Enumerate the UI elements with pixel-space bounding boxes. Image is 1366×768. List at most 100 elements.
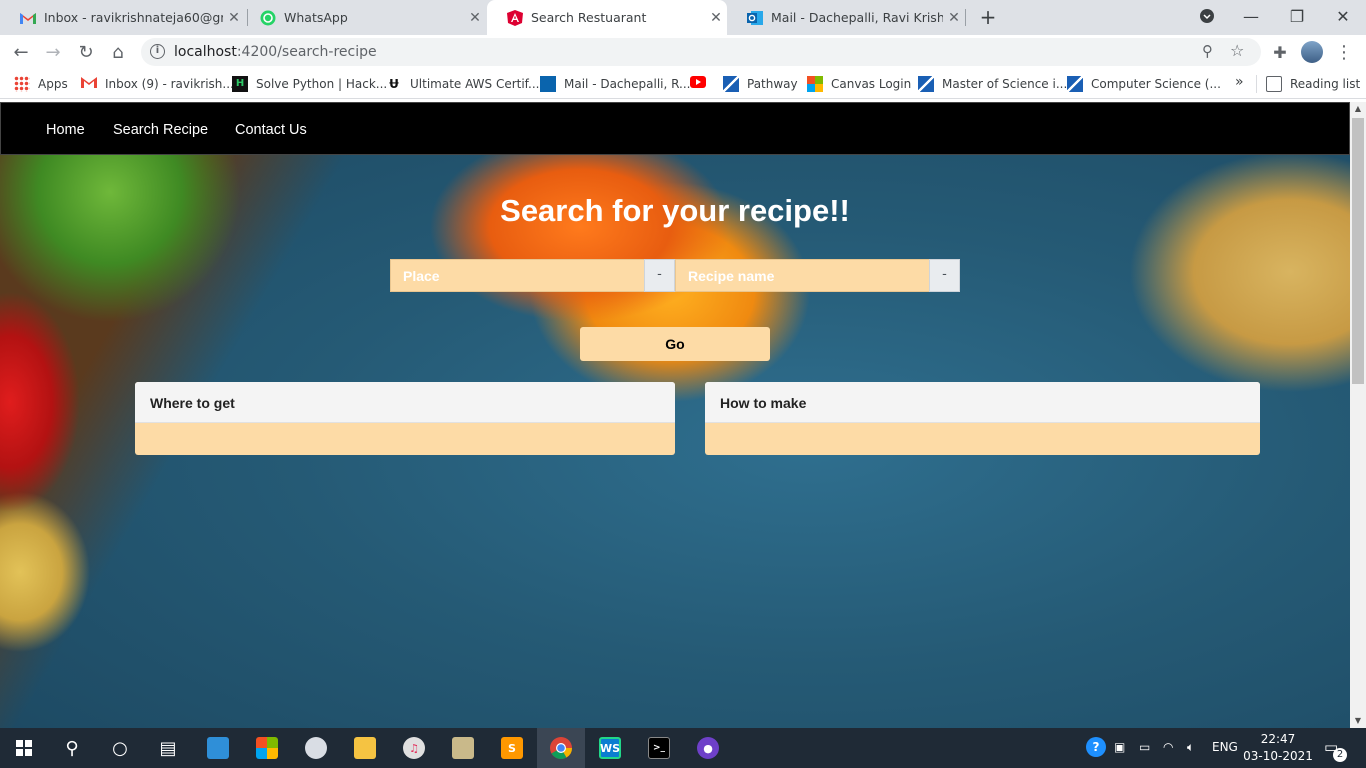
bookmark-label: Master of Science i... (942, 77, 1068, 91)
whatsapp-icon (260, 10, 276, 26)
file-explorer-icon[interactable] (341, 728, 389, 768)
university-icon (1067, 76, 1083, 92)
tab-title: Search Restuarant (531, 10, 647, 25)
bookmark-master-of-science[interactable]: Master of Science i... (918, 76, 1067, 92)
bookmark-label: Ultimate AWS Certif... (410, 77, 540, 91)
where-to-get-card: Where to get (135, 382, 675, 455)
nav-home-link[interactable]: Home (46, 122, 85, 138)
angular-icon (507, 9, 523, 26)
url-path: :4200/search-recipe (236, 44, 377, 60)
sublime-text-icon[interactable]: S (488, 728, 536, 768)
tab-gmail[interactable]: Inbox - ravikrishnateja60@gmail. ✕ (0, 0, 245, 35)
back-icon[interactable]: ← (8, 39, 34, 65)
outlook-icon (747, 10, 763, 26)
url-text[interactable]: localhost:4200/search-recipe (174, 44, 377, 60)
extensions-icon[interactable]: ✚ (1267, 39, 1293, 65)
tab-outlook-mail[interactable]: Mail - Dachepalli, Ravi Krishna Te ✕ (727, 0, 965, 35)
tab-title: Inbox - ravikrishnateja60@gmail. (44, 10, 223, 25)
recipe-name-input[interactable] (675, 259, 930, 292)
chrome-taskbar-icon[interactable] (537, 728, 585, 768)
restore-button[interactable]: ❐ (1274, 0, 1320, 32)
task-view-icon[interactable]: ▤ (144, 728, 192, 768)
bookmark-gmail-inbox[interactable]: Inbox (9) - ravikrish... (81, 76, 234, 92)
reading-list-button[interactable]: Reading list (1266, 76, 1360, 92)
gmail-icon (81, 76, 97, 92)
page-title: Search for your recipe!! (500, 193, 850, 228)
reading-list-label: Reading list (1290, 77, 1361, 91)
language-indicator[interactable]: ENG (1212, 740, 1238, 754)
info-icon[interactable]: i (150, 44, 165, 59)
search-icon[interactable]: ⚲ (48, 728, 96, 768)
bookmark-apps[interactable]: Apps (14, 76, 68, 92)
forward-icon[interactable]: → (40, 39, 66, 65)
volume-icon[interactable]: 🔈︎ (1187, 740, 1194, 755)
scroll-down-icon[interactable]: ▼ (1350, 714, 1366, 728)
location-pin-icon[interactable]: ⚲ (1202, 42, 1213, 60)
github-desktop-icon[interactable]: ● (684, 728, 732, 768)
card-header: How to make (705, 382, 1260, 423)
bookmark-hackerrank[interactable]: H Solve Python | Hack... (232, 76, 387, 92)
help-icon[interactable]: ? (1086, 737, 1106, 757)
notification-count-badge: 2 (1333, 748, 1347, 762)
battery-icon[interactable]: ▭ (1139, 740, 1150, 754)
bookmark-label: Inbox (9) - ravikrish... (105, 77, 234, 91)
bookmark-star-icon[interactable]: ☆ (1230, 41, 1244, 60)
store-icon[interactable] (243, 728, 291, 768)
wifi-icon[interactable]: ◠ (1163, 740, 1173, 754)
home-icon[interactable]: ⌂ (105, 39, 131, 65)
udemy-icon: Ʉ (389, 77, 399, 91)
close-window-button[interactable]: ✕ (1320, 0, 1366, 32)
bookmark-outlook[interactable]: Mail - Dachepalli, R... (540, 76, 690, 92)
card-header: Where to get (135, 382, 675, 423)
hackerrank-icon: H (232, 76, 248, 92)
hardware-tray-icon[interactable]: ▣ (1114, 740, 1125, 754)
webstorm-icon[interactable]: WS (586, 728, 634, 768)
terminal-icon[interactable]: >_ (635, 728, 683, 768)
tab-title: WhatsApp (284, 10, 348, 25)
windows-start-icon[interactable] (0, 728, 48, 768)
layers-app-icon[interactable] (439, 728, 487, 768)
paint-icon[interactable] (292, 728, 340, 768)
nav-contact-us-link[interactable]: Contact Us (235, 122, 307, 138)
tab-whatsapp[interactable]: WhatsApp ✕ (240, 0, 486, 35)
nav-search-recipe-link[interactable]: Search Recipe (113, 122, 208, 138)
tab-search-button[interactable] (1184, 0, 1230, 32)
university-icon (918, 76, 934, 92)
itunes-icon[interactable]: ♫ (390, 728, 438, 768)
cortana-icon[interactable]: ○ (96, 728, 144, 768)
address-bar[interactable]: i localhost:4200/search-recipe ⚲ ☆ (141, 38, 1261, 66)
bookmarks-bar: Apps Inbox (9) - ravikrish... H Solve Py… (0, 69, 1366, 99)
bookmark-label: Mail - Dachepalli, R... (564, 77, 691, 91)
bookmark-computer-science[interactable]: Computer Science (... (1067, 76, 1221, 92)
bookmark-udemy[interactable]: Ʉ Ultimate AWS Certif... (386, 76, 539, 92)
browser-toolbar: ← → ↻ ⌂ i localhost:4200/search-recipe ⚲… (0, 35, 1366, 69)
clock-date: 03-10-2021 (1243, 749, 1313, 763)
reload-icon[interactable]: ↻ (73, 39, 99, 65)
minimize-button[interactable]: — (1228, 0, 1274, 32)
chrome-menu-icon[interactable]: ⋮ (1331, 39, 1357, 65)
chevron-down-icon (1200, 9, 1214, 23)
close-tab-icon[interactable]: ✕ (464, 10, 486, 26)
bookmark-pathway[interactable]: Pathway (723, 76, 798, 92)
close-tab-icon[interactable]: ✕ (943, 10, 965, 26)
scrollbar-thumb[interactable] (1352, 118, 1364, 384)
scroll-up-icon[interactable]: ▲ (1350, 102, 1366, 116)
bookmark-label: Apps (38, 77, 68, 91)
place-input[interactable] (390, 259, 645, 292)
avatar[interactable] (1299, 39, 1325, 65)
go-button[interactable]: Go (580, 327, 770, 361)
microsoft-icon (807, 76, 823, 92)
site-navbar: Home Search Recipe Contact Us (0, 102, 1350, 155)
desktop-app-icon[interactable] (194, 728, 242, 768)
new-tab-button[interactable]: + (976, 5, 1000, 29)
tab-search-restaurant[interactable]: Search Restuarant ✕ (487, 0, 727, 35)
recipe-input-addon: - (929, 259, 960, 292)
windows-taskbar: ⚲ ○ ▤ ♫ S WS >_ ● ? ▣ ▭ ◠ 🔈︎ ENG 22:47 0… (0, 728, 1366, 768)
close-tab-icon[interactable]: ✕ (705, 10, 727, 26)
bookmark-canvas-login[interactable]: Canvas Login (807, 76, 911, 92)
gmail-icon (20, 10, 36, 26)
more-bookmarks-button[interactable]: » (1235, 74, 1244, 90)
bookmark-youtube[interactable] (690, 76, 714, 92)
page-scrollbar[interactable]: ▲ ▼ (1350, 102, 1366, 728)
taskbar-clock[interactable]: 22:47 03-10-2021 (1243, 731, 1313, 765)
